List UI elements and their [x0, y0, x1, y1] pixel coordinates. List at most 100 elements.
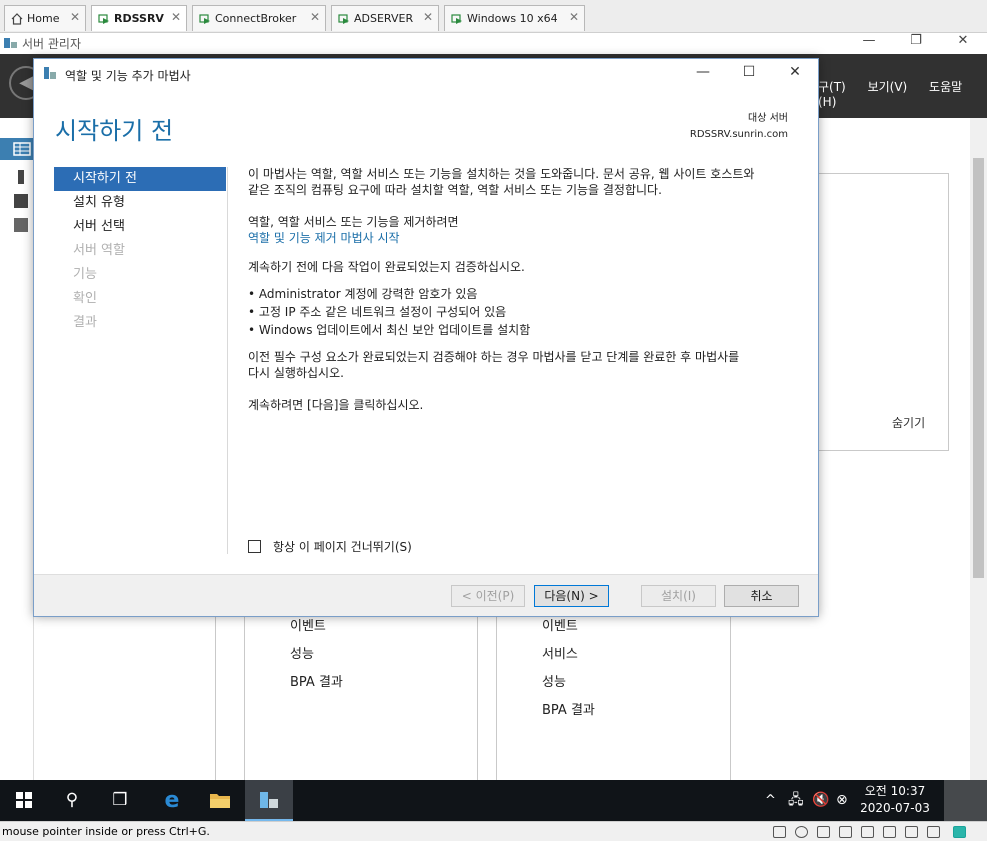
bullet-item: • 고정 IP 주소 같은 네트워크 설정이 구성되어 있음: [248, 305, 507, 319]
vm-icon: [451, 13, 463, 25]
welcome-panel: [818, 173, 949, 451]
wizard-steps-nav: 시작하기 전 설치 유형 서버 선택 서버 역할 기능 확인 결과: [54, 167, 226, 335]
tile-link-events[interactable]: 이벤트: [542, 615, 578, 634]
vm-tab-bar: Home ✕ RDSSRV ✕ ConnectBroker ✕ ADSERVER…: [0, 0, 987, 33]
add-roles-wizard-dialog: 역할 및 기능 추가 마법사 — ☐ ✕ 시작하기 전 대상 서버 RDSSRV…: [33, 58, 819, 617]
close-icon[interactable]: ✕: [783, 64, 807, 80]
skip-page-checkbox-row[interactable]: 항상 이 페이지 건너뛰기(S): [248, 538, 412, 555]
search-icon[interactable]: ⚲: [48, 780, 96, 821]
menu-tools[interactable]: 구(T): [818, 80, 846, 94]
close-icon[interactable]: ✕: [940, 33, 986, 54]
volume-muted-icon[interactable]: 🔇: [812, 780, 829, 821]
sound-icon[interactable]: [861, 826, 874, 838]
clock-date: 2020-07-03: [860, 801, 930, 815]
hard-disk-icon[interactable]: [773, 826, 786, 838]
verify-text: 계속하기 전에 다음 작업이 완료되었는지 검증하십시오.: [248, 260, 525, 274]
message-icon[interactable]: [953, 826, 966, 838]
taskbar: ⚲ ❒ e ^ 🖧 🔇 ⊗ 오전 10:37 2020-07-03: [0, 780, 987, 821]
vm-icon: [98, 13, 110, 25]
previous-button[interactable]: < 이전(P): [451, 585, 525, 607]
close-icon[interactable]: ✕: [310, 10, 320, 24]
vm-tab-home[interactable]: Home ✕: [4, 5, 86, 31]
windows-start-icon[interactable]: [0, 780, 48, 821]
usb-icon[interactable]: [883, 826, 896, 838]
file-explorer-icon[interactable]: [196, 780, 244, 821]
home-icon: [11, 12, 23, 25]
remove-wizard-link[interactable]: 역할 및 기능 제거 마법사 시작: [248, 230, 808, 246]
close-icon[interactable]: ✕: [70, 10, 80, 24]
server-manager-nav: [0, 118, 34, 780]
remove-text: 역할, 역할 서비스 또는 기능을 제거하려면: [248, 215, 459, 229]
tile-link-events[interactable]: 이벤트: [290, 615, 326, 634]
server-manager-titlebar: 서버 관리자 — ❐ ✕: [0, 33, 987, 54]
usb-icon[interactable]: [927, 826, 940, 838]
vm-tab-label: Home: [27, 12, 60, 25]
cancel-button[interactable]: 취소: [724, 585, 799, 607]
restore-icon[interactable]: ❐: [893, 33, 939, 54]
vm-tab-connectbroker[interactable]: ConnectBroker ✕: [192, 5, 326, 31]
clock-time: 오전 10:37: [864, 784, 926, 798]
vertical-scrollbar[interactable]: [970, 118, 987, 780]
dialog-titlebar: 역할 및 기능 추가 마법사 — ☐ ✕: [34, 59, 818, 89]
tile-link-bpa[interactable]: BPA 결과: [290, 671, 343, 690]
vm-tab-label: Windows 10 x64: [467, 12, 558, 25]
prereq-text-1: 이전 필수 구성 요소가 완료되었는지 검증해야 하는 경우 마법사를 닫고 단…: [248, 350, 740, 364]
vm-tab-windows10[interactable]: Windows 10 x64 ✕: [444, 5, 585, 31]
maximize-icon[interactable]: ☐: [737, 64, 761, 80]
close-icon[interactable]: ✕: [569, 10, 579, 24]
next-button[interactable]: 다음(N) >: [534, 585, 609, 607]
printer-icon[interactable]: [839, 826, 852, 838]
step-installation-type[interactable]: 설치 유형: [54, 191, 226, 215]
folders-icon[interactable]: [14, 218, 28, 232]
step-server-selection[interactable]: 서버 선택: [54, 215, 226, 239]
hide-link[interactable]: 숨기기: [892, 414, 925, 431]
nav-divider: [227, 167, 228, 554]
intro-text-1: 이 마법사는 역할, 역할 서비스 또는 기능을 설치하는 것을 도와줍니다. …: [248, 167, 755, 181]
action-center-icon[interactable]: [944, 780, 987, 821]
close-icon[interactable]: ✕: [423, 10, 433, 24]
server-manager-icon: [3, 36, 18, 53]
vm-tab-rdssrv[interactable]: RDSSRV ✕: [91, 5, 187, 31]
close-icon[interactable]: ✕: [171, 10, 181, 24]
server-manager-taskbar-icon[interactable]: [245, 780, 293, 821]
skip-page-checkbox[interactable]: [248, 540, 261, 553]
tile-link-bpa[interactable]: BPA 결과: [542, 699, 595, 718]
tile-link-performance[interactable]: 성능: [290, 643, 314, 662]
step-confirmation: 확인: [73, 291, 97, 306]
step-features: 기능: [73, 267, 97, 282]
left-tile: [244, 605, 478, 781]
install-button[interactable]: 설치(I): [641, 585, 716, 607]
servers-icon[interactable]: [14, 194, 28, 208]
internet-explorer-icon[interactable]: e: [148, 780, 196, 821]
menu-bar: 구(T) 보기(V) 도움말(H): [818, 78, 987, 109]
vm-tab-adserver[interactable]: ADSERVER ✕: [331, 5, 439, 31]
tile-link-services[interactable]: 서비스: [542, 643, 578, 662]
status-message: mouse pointer inside or press Ctrl+G.: [2, 825, 210, 838]
cd-icon[interactable]: [795, 826, 808, 838]
clock[interactable]: 오전 10:37 2020-07-03: [860, 783, 930, 817]
bullet-item: • Windows 업데이트에서 최신 보안 업데이트를 설치함: [248, 323, 531, 337]
nav-dashboard[interactable]: [0, 138, 34, 160]
network-icon[interactable]: 🖧: [788, 780, 804, 821]
minimize-icon[interactable]: —: [691, 64, 715, 80]
destination-server: RDSSRV.sunrin.com: [689, 129, 788, 140]
task-view-icon[interactable]: ❒: [96, 780, 144, 821]
network-adapter-icon[interactable]: [817, 826, 830, 838]
skip-page-label: 항상 이 페이지 건너뛰기(S): [273, 540, 412, 554]
dialog-footer: < 이전(P) 다음(N) > 설치(I) 취소: [34, 574, 818, 616]
vm-tab-label: ADSERVER: [354, 12, 414, 25]
minimize-icon[interactable]: —: [846, 33, 892, 54]
usb-icon[interactable]: [905, 826, 918, 838]
show-hidden-icons[interactable]: ^: [765, 780, 776, 821]
scrollbar-thumb[interactable]: [973, 158, 984, 578]
right-tile: [496, 605, 731, 781]
vm-tab-label: RDSSRV: [114, 12, 164, 25]
step-results: 결과: [73, 315, 97, 330]
info-icon[interactable]: [18, 170, 24, 184]
tile-link-performance[interactable]: 성능: [542, 671, 566, 690]
continue-text: 계속하려면 [다음]을 클릭하십시오.: [248, 398, 424, 412]
step-before-you-begin[interactable]: 시작하기 전: [54, 167, 226, 191]
vm-icon: [199, 13, 211, 25]
notification-icon[interactable]: ⊗: [836, 780, 848, 821]
menu-view[interactable]: 보기(V): [868, 80, 908, 94]
